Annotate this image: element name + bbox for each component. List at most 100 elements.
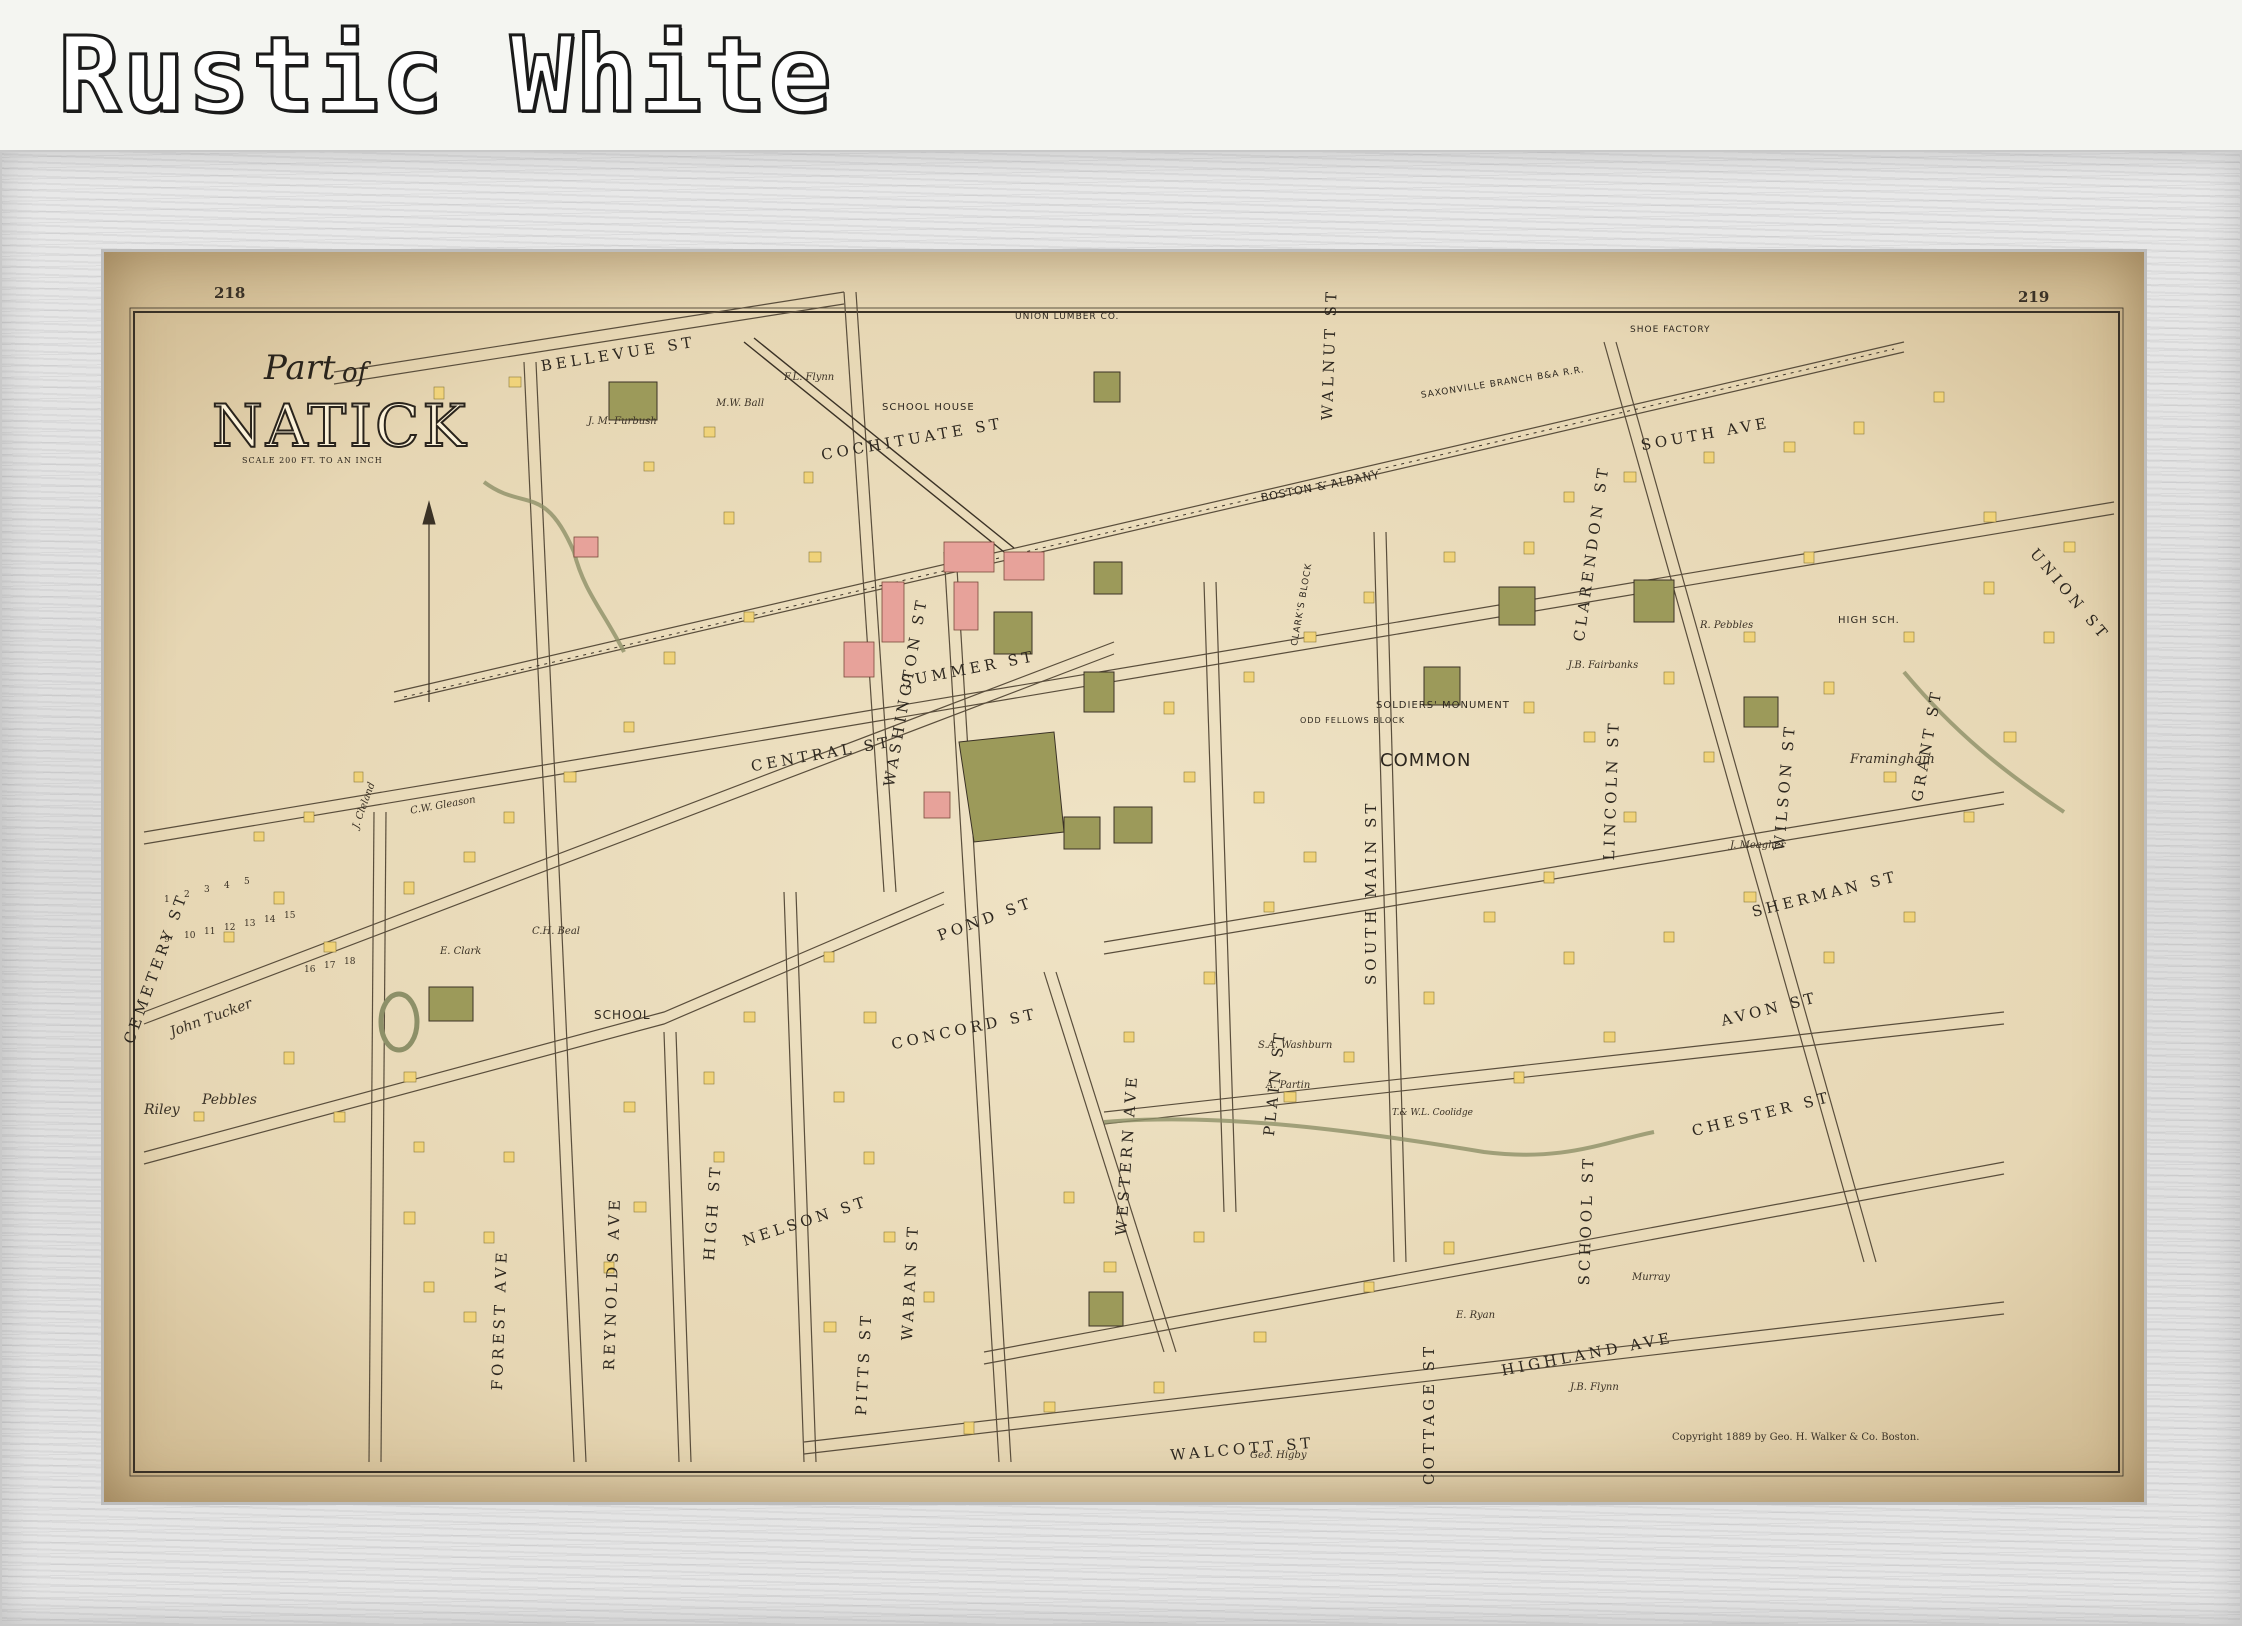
owner-label: Murray (1632, 1272, 1670, 1283)
street-suffix: AVE (604, 1195, 625, 1241)
street-label-south-main: SOUTH MAIN ST (1362, 800, 1380, 985)
highland-road-edge (983, 1173, 2005, 1365)
landmark-union-lumber: UNION LUMBER CO. (1015, 312, 1120, 322)
owner-label: J.B. Flynn (1570, 1382, 1619, 1393)
landmark-school-house: SCHOOL HOUSE (882, 402, 975, 413)
central-road (143, 501, 2115, 833)
street-label-cottage: COTTAGE ST (1420, 1343, 1438, 1485)
church-east-bldg (1498, 586, 1536, 626)
svg-text:14: 14 (264, 915, 276, 925)
owner-label: F.L. Flynn (784, 372, 835, 383)
street-name: PITTS (852, 1348, 874, 1416)
lincoln-road-edge (1215, 581, 1237, 1213)
school-house-bldg (608, 381, 658, 421)
svg-text:13: 13 (244, 919, 256, 929)
odd-fellows-block (923, 791, 951, 819)
sherman-road (1103, 791, 2005, 943)
landmark-odd-fellows: ODD FELLOWS BLOCK (1300, 716, 1406, 725)
street-suffix: AVE (1120, 1072, 1142, 1118)
pond-marker (378, 991, 420, 1053)
street-suffix: ST (855, 1311, 876, 1341)
bellevue-road-edge (333, 303, 845, 385)
owner-label: J. Meagher (1730, 840, 1786, 851)
title-town: NATICK (211, 391, 469, 461)
landmark-common: COMMON (1380, 750, 1472, 771)
street-name: SCHOOL (1575, 1191, 1597, 1286)
svg-text:16: 16 (304, 965, 316, 975)
title-of: of (342, 358, 368, 388)
street-suffix: AVE (491, 1248, 511, 1293)
public-buildings (428, 371, 1779, 1327)
street-suffix: ST (1321, 287, 1341, 317)
street-name: COTTAGE (1420, 1379, 1438, 1485)
owner-label: Pebbles (202, 1092, 257, 1108)
high-school-bldg (1633, 579, 1675, 623)
western-road-edge (795, 891, 817, 1463)
owner-label: C.H. Beal (532, 926, 580, 937)
landmark-soldiers-monument: SOLDIERS' MONUMENT (1376, 700, 1510, 711)
street-suffix: ST (1603, 719, 1623, 749)
western-road (783, 891, 805, 1463)
west-road (523, 361, 575, 1463)
forest-road-edge (380, 811, 387, 1463)
page-number-left: 218 (214, 284, 246, 302)
waban-road-edge (675, 1031, 692, 1463)
svg-text:4: 4 (224, 881, 230, 891)
north-arrow (422, 500, 436, 702)
wilson-road-edge (1385, 531, 1407, 1263)
svg-text:10: 10 (184, 931, 196, 941)
svg-text:15: 15 (284, 911, 296, 921)
walcott-road (803, 1301, 2005, 1443)
episcopal-bldg (1093, 561, 1123, 595)
landmark-shoe-factory: SHOE FACTORY (1630, 325, 1711, 335)
owner-label: Framingham (1850, 752, 1935, 767)
street-name: LINCOLN (1600, 756, 1622, 861)
svg-text:11: 11 (204, 927, 215, 937)
school-center-bldg (1113, 806, 1153, 844)
church-south-bldg (1743, 696, 1779, 728)
pond-road-edge (143, 653, 1115, 1025)
brook-north (482, 480, 626, 653)
street-suffix: ST (1578, 1154, 1598, 1184)
road-network (143, 291, 2115, 1463)
svg-text:12: 12 (224, 923, 235, 933)
church-north-bldg (1093, 371, 1121, 403)
brick-block-3 (953, 581, 979, 631)
common-park (958, 731, 1065, 843)
owner-label: J. M. Furbush (588, 416, 657, 427)
waban-road (663, 1031, 680, 1463)
banner: Rustic White (0, 0, 2242, 150)
street-suffix: ST (704, 1163, 725, 1193)
owner-label: E. Ryan (1456, 1310, 1496, 1321)
brick-block-5 (573, 536, 599, 558)
owner-label: R. Pebbles (1700, 620, 1754, 631)
highland-road (983, 1161, 2005, 1353)
owner-label: T.& W.L. Coolidge (1392, 1108, 1473, 1118)
owner-label: J.B. Fairbanks (1568, 660, 1639, 671)
title-part: Part (264, 348, 336, 388)
map-copyright: Copyright 1889 by Geo. H. Walker & Co. B… (1672, 1432, 1920, 1443)
owner-label: Riley (144, 1102, 180, 1118)
chester-road-edge (1103, 1023, 2005, 1125)
landmark-school-west: SCHOOL (594, 1008, 651, 1022)
svg-text:18: 18 (344, 957, 356, 967)
owner-label: E. Clark (440, 946, 482, 957)
street-name: FOREST (488, 1300, 510, 1391)
town-hall-bldg (1083, 671, 1115, 713)
washington-road (843, 291, 885, 893)
title-scale: SCALE 200 FT. TO AN INCH (242, 456, 383, 465)
street-suffix: ST (1362, 799, 1380, 828)
school-south-bldg (1088, 1291, 1124, 1327)
street-suffix: ST (902, 1222, 923, 1252)
brook-south (1103, 1117, 1655, 1157)
street-name: WALNUT (1318, 324, 1340, 421)
street-suffix: ST (1778, 722, 1800, 753)
lot-numbers: 123 4 59 10 11 12 13 14 15 16 17 18 (164, 877, 356, 975)
brick-block-4 (1003, 551, 1045, 581)
lincoln-road (1203, 581, 1225, 1213)
svg-text:3: 3 (204, 885, 210, 895)
owner-label: M.W. Ball (716, 398, 765, 409)
brick-block-1 (843, 641, 875, 678)
landmark-high-school: HIGH SCH. (1838, 615, 1900, 626)
chester-road (1103, 1011, 2005, 1113)
